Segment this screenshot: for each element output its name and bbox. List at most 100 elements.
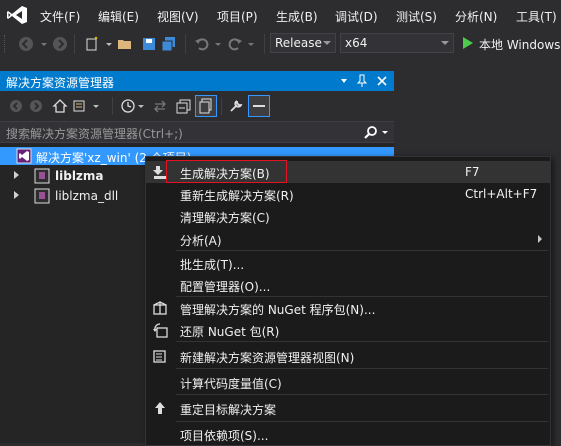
toolbar-separator <box>112 97 113 115</box>
forward-icon[interactable] <box>28 98 44 114</box>
menu-item-label: 新建解决方案资源管理器视图(N) <box>180 351 355 365</box>
menu-item-retarget-solution[interactable]: 重定目标解决方案 <box>146 397 550 419</box>
menu-item-configuration-manager[interactable]: 配置管理器(O)... <box>146 274 550 296</box>
window-position-dropdown-icon[interactable] <box>339 76 349 86</box>
menu-tools[interactable]: 工具(T) <box>516 8 557 25</box>
arrow-up-icon <box>155 402 165 414</box>
save-all-icon[interactable] <box>161 36 177 52</box>
menu-item-shortcut: F7 <box>465 165 480 179</box>
project-label: liblzma <box>55 169 104 183</box>
menu-item-manage-nuget-packages[interactable]: 管理解决方案的 NuGet 程序包(N)... <box>146 297 550 319</box>
menu-separator <box>176 341 548 342</box>
menu-item-project-dependencies[interactable]: 项目依赖项(S)... <box>146 423 550 445</box>
menu-item-label: 批生成(T)... <box>180 258 245 272</box>
new-project-icon[interactable] <box>84 36 100 52</box>
cpp-project-icon <box>34 168 50 184</box>
project-label: liblzma_dll <box>55 189 119 203</box>
redo-icon[interactable] <box>227 36 243 52</box>
preview-icon <box>253 105 265 107</box>
menu-test[interactable]: 测试(S) <box>396 8 437 25</box>
menu-file[interactable]: 文件(F) <box>40 8 80 25</box>
cpp-project-icon <box>34 188 50 204</box>
search-placeholder: 搜索解决方案资源管理器(Ctrl+;) <box>6 127 183 141</box>
highlight-annotation-box <box>166 160 287 183</box>
menu-item-label: 配置管理器(O)... <box>180 280 271 294</box>
chevron-down-icon <box>441 41 449 45</box>
back-icon[interactable] <box>8 98 24 114</box>
menu-build[interactable]: 生成(B) <box>276 8 318 25</box>
menu-item-label: 清理解决方案(C) <box>180 211 270 225</box>
sync-with-active-document-icon[interactable] <box>152 98 168 114</box>
solution-icon <box>16 148 32 164</box>
expand-icon[interactable] <box>14 171 19 179</box>
auto-hide-pin-icon[interactable] <box>356 74 368 88</box>
solution-configuration-value: Release <box>275 36 322 50</box>
open-folder-icon[interactable] <box>117 36 133 52</box>
dropdown-arrow-icon[interactable] <box>101 36 117 52</box>
submenu-arrow-icon <box>538 235 542 243</box>
search-icon[interactable] <box>364 125 378 139</box>
solution-explorer-title: 解决方案资源管理器 <box>6 76 115 90</box>
menu-item-label: 计算代码度量值(C) <box>180 377 282 391</box>
menu-item-rebuild-solution[interactable]: 重新生成解决方案(R) Ctrl+Alt+F7 <box>146 183 550 205</box>
menu-item-new-solution-explorer-view[interactable]: 新建解决方案资源管理器视图(N) <box>146 345 550 367</box>
start-debugging-button[interactable]: 本地 Windows <box>460 33 561 53</box>
dropdown-arrow-icon[interactable] <box>136 98 146 114</box>
menu-separator <box>176 394 548 395</box>
menu-separator <box>176 368 548 369</box>
solution-platform-value: x64 <box>345 36 368 50</box>
expand-icon[interactable] <box>14 191 19 199</box>
dropdown-arrow-icon[interactable] <box>210 36 226 52</box>
solution-platform-dropdown[interactable]: x64 <box>340 33 454 53</box>
home-icon[interactable] <box>52 98 68 114</box>
dropdown-arrow-icon[interactable] <box>36 36 52 52</box>
forward-icon[interactable] <box>52 36 68 52</box>
toolbar-grip[interactable] <box>4 35 8 53</box>
visual-studio-logo-icon <box>7 6 27 24</box>
menu-item-clean-solution[interactable]: 清理解决方案(C) <box>146 205 550 227</box>
menu-item-calculate-code-metrics[interactable]: 计算代码度量值(C) <box>146 371 550 393</box>
dropdown-arrow-icon[interactable] <box>243 36 259 52</box>
menu-view[interactable]: 视图(V) <box>157 8 199 25</box>
menu-item-analyze[interactable]: 分析(A) <box>146 228 550 250</box>
menu-item-label: 项目依赖项(S)... <box>180 429 269 443</box>
preview-selected-items-button[interactable] <box>248 95 270 117</box>
menu-bar: 文件(F) 编辑(E) 视图(V) 项目(P) 生成(B) 调试(D) 测试(S… <box>0 0 561 30</box>
undo-icon[interactable] <box>194 36 210 52</box>
menu-separator <box>176 250 548 251</box>
menu-item-label: 分析(A) <box>180 234 222 248</box>
show-all-files-icon <box>199 98 212 114</box>
properties-wrench-icon[interactable] <box>228 98 244 114</box>
save-icon[interactable] <box>141 36 157 52</box>
show-all-files-button[interactable] <box>195 95 217 117</box>
menu-item-label: 管理解决方案的 NuGet 程序包(N)... <box>180 303 376 317</box>
menu-separator <box>176 421 548 422</box>
toolbar-separator <box>185 34 186 54</box>
switch-views-icon[interactable] <box>72 98 88 114</box>
pending-changes-filter-icon[interactable] <box>120 98 136 114</box>
toolbar-separator <box>74 34 75 54</box>
toolbar-separator <box>264 34 265 54</box>
menu-item-batch-build[interactable]: 批生成(T)... <box>146 252 550 274</box>
menu-item-shortcut: Ctrl+Alt+F7 <box>465 187 538 201</box>
collapse-all-icon[interactable] <box>176 98 192 114</box>
restore-packages-icon <box>153 323 168 338</box>
search-options-dropdown-icon[interactable] <box>380 126 390 138</box>
nuget-package-icon <box>153 301 167 315</box>
new-view-icon <box>153 350 166 363</box>
dock-spacer <box>0 58 561 71</box>
menu-item-restore-nuget-packages[interactable]: 还原 NuGet 包(R) <box>146 319 550 341</box>
dropdown-arrow-icon[interactable] <box>90 98 102 114</box>
solution-configuration-dropdown[interactable]: Release <box>270 33 336 53</box>
menu-debug[interactable]: 调试(D) <box>335 8 378 25</box>
toolbar-separator <box>221 97 222 115</box>
menu-edit[interactable]: 编辑(E) <box>98 8 139 25</box>
menu-item-label: 重新生成解决方案(R) <box>180 189 294 203</box>
close-icon[interactable] <box>376 75 388 87</box>
menu-project[interactable]: 项目(P) <box>217 8 258 25</box>
menu-item-label: 还原 NuGet 包(R) <box>180 325 280 339</box>
menu-analyze[interactable]: 分析(N) <box>455 8 497 25</box>
back-icon[interactable] <box>18 36 34 52</box>
start-debugging-label: 本地 Windows <box>479 38 561 52</box>
play-icon <box>463 37 473 49</box>
